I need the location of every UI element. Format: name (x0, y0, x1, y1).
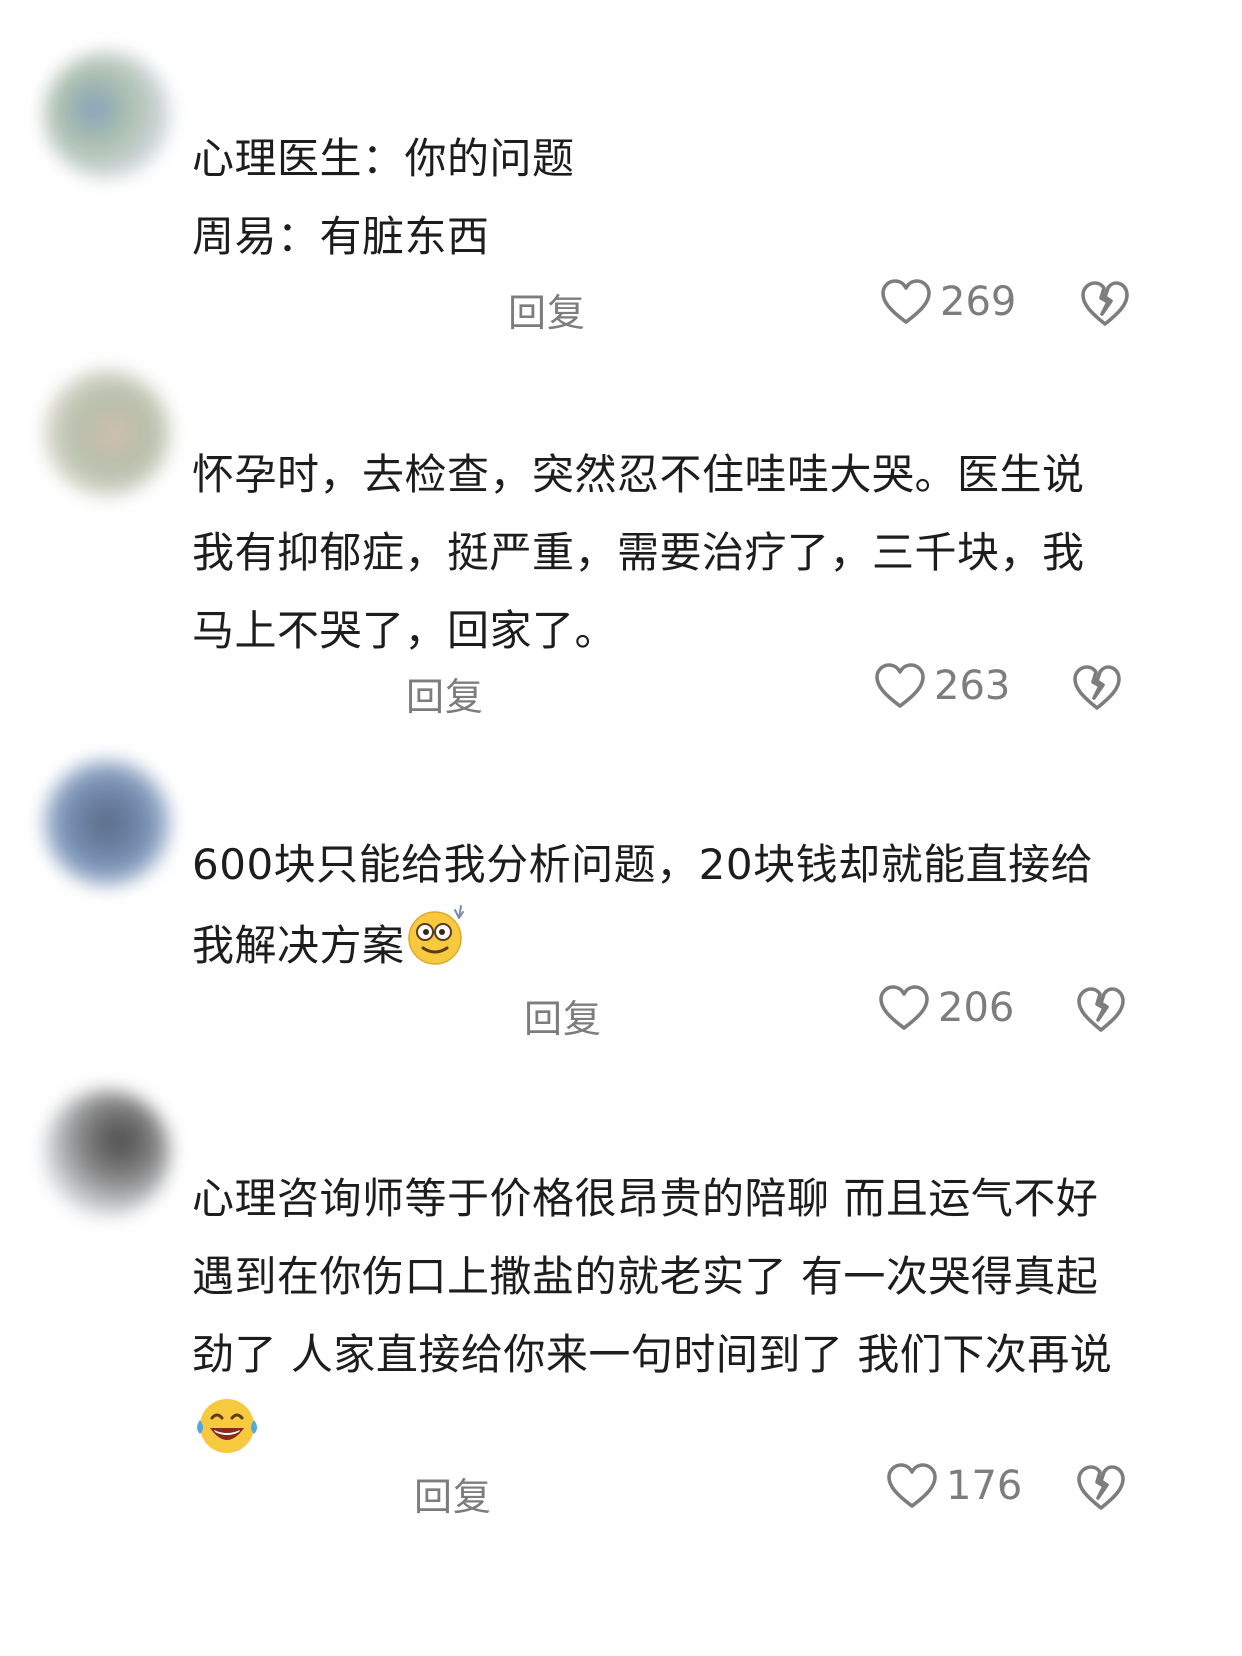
comment-line: 600块只能给我分析问题，20块钱却就能直接给 (192, 840, 1094, 889)
heart-icon (874, 662, 926, 710)
comment-text: 怀孕时，去检查，突然忍不住哇哇大哭。医生说 我有抑郁症，挺严重，需要治疗了，三千… (192, 436, 1202, 670)
reply-button[interactable]: 回复 (414, 1466, 492, 1521)
dislike-button[interactable] (1076, 986, 1126, 1034)
avatar[interactable] (44, 760, 170, 886)
comment-line: 怀孕时，去检查，突然忍不住哇哇大哭。医生说 (192, 450, 1085, 499)
dislike-button[interactable] (1072, 664, 1122, 712)
like-count: 269 (940, 279, 1017, 325)
like-button[interactable]: 263 (874, 662, 1010, 710)
like-button[interactable]: 269 (880, 278, 1016, 326)
like-count: 263 (934, 663, 1011, 709)
reply-button[interactable]: 回复 (406, 666, 484, 721)
heart-icon (880, 278, 932, 326)
comment-line: 马上不哭了，回家了。 (192, 606, 618, 655)
comment-line: 遇到在你伤口上撒盐的就老实了 有一次哭得真起 (192, 1252, 1099, 1301)
heart-icon (886, 1462, 938, 1510)
avatar[interactable] (44, 52, 170, 178)
avatar[interactable] (44, 1090, 170, 1216)
like-count: 176 (946, 1463, 1023, 1509)
like-button[interactable]: 206 (878, 984, 1014, 1032)
like-button[interactable]: 176 (886, 1462, 1022, 1510)
dizzy-eyes-emoji-icon (405, 904, 469, 993)
comment-text: 600块只能给我分析问题，20块钱却就能直接给 我解决方案 (192, 826, 1202, 993)
dislike-button[interactable] (1080, 280, 1130, 328)
comment-line: 心理医生：你的问题 (192, 134, 575, 183)
comment-line: 周易：有脏东西 (192, 212, 490, 261)
comment-line (192, 1394, 1202, 1483)
dislike-button[interactable] (1076, 1464, 1126, 1512)
comment-text: 心理咨询师等于价格很昂贵的陪聊 而且运气不好 遇到在你伤口上撒盐的就老实了 有一… (192, 1160, 1202, 1483)
avatar[interactable] (44, 370, 170, 496)
reply-button[interactable]: 回复 (524, 988, 602, 1043)
comment-line-text: 我解决方案 (192, 921, 405, 970)
laughing-crying-emoji-icon (192, 1394, 262, 1483)
like-count: 206 (938, 985, 1015, 1031)
comment-line: 劲了 人家直接给你来一句时间到了 我们下次再说 (192, 1330, 1113, 1379)
comment-line: 心理咨询师等于价格很昂贵的陪聊 而且运气不好 (192, 1174, 1099, 1223)
comment-line: 我解决方案 (192, 904, 1202, 993)
comment-line: 我有抑郁症，挺严重，需要治疗了，三千块，我 (192, 528, 1085, 577)
reply-button[interactable]: 回复 (508, 282, 586, 337)
comment-text: 心理医生：你的问题 周易：有脏东西 (192, 120, 1202, 276)
heart-icon (878, 984, 930, 1032)
